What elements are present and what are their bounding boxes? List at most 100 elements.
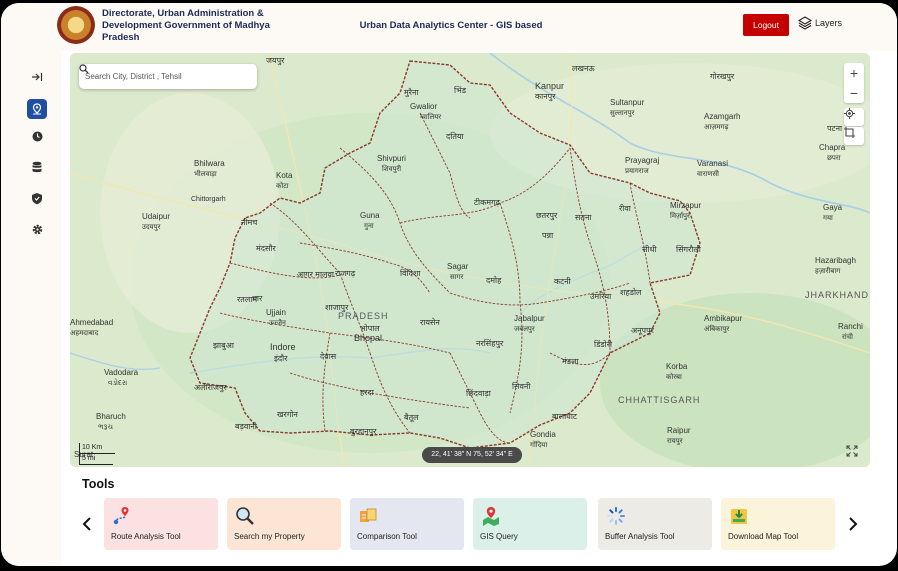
label-kanpur: Kanpur xyxy=(535,81,564,91)
label-ahmedabad: Ahmedabad xyxy=(70,318,113,327)
label-jabalpur-hi: जबलपुर xyxy=(514,326,535,333)
sidebar xyxy=(1,51,61,566)
label-korba-hi: कोरबा xyxy=(666,372,682,381)
label-sultanpur-hi: सुल्तानपुर xyxy=(610,110,635,117)
zoom-in-button[interactable]: + xyxy=(844,63,864,83)
locate-icon xyxy=(844,108,855,119)
label-chhindwara: छिंदवाड़ा xyxy=(466,388,492,398)
label-chittorgarh: Chittorgarh xyxy=(191,196,226,203)
label-bhind: भिंड xyxy=(454,85,467,95)
sidebar-collapse-button[interactable] xyxy=(27,67,47,87)
label-chapra-hi: छपरा xyxy=(827,155,841,162)
label-chapra: Chapra xyxy=(819,143,846,152)
label-raipur-hi: रायपुर xyxy=(667,438,683,445)
tool-download-map[interactable]: Download Map Tool xyxy=(721,498,835,550)
label-anuppur: अनूपपुर xyxy=(631,326,655,336)
label-barwani: बड़वानी xyxy=(235,421,258,431)
label-mirzapur: Mirzapur xyxy=(670,201,701,210)
clock-icon xyxy=(32,131,42,141)
chevron-right-icon xyxy=(849,517,858,531)
label-jabalpur: Jabalpur xyxy=(514,314,545,323)
fullscreen-button[interactable] xyxy=(846,445,862,461)
label-ujjain: Ujjain xyxy=(266,308,286,317)
label-ranchi: Ranchi xyxy=(838,322,863,331)
fullscreen-icon xyxy=(846,445,858,457)
sidebar-item-history[interactable] xyxy=(27,126,47,146)
label-gaya-hi: गया xyxy=(823,215,833,222)
label-ujjain-hi: उज्जैन xyxy=(269,318,286,327)
label-mirzapur-hi: मिर्ज़ापुर xyxy=(670,211,690,220)
compare-icon xyxy=(360,508,377,522)
label-guna-hi: गुना xyxy=(364,223,374,230)
label-agar: आगर मालवा xyxy=(297,270,335,279)
scale-mi: 5 mi xyxy=(79,454,113,465)
label-vadodara: Vadodara xyxy=(104,368,139,377)
shield-icon xyxy=(32,192,42,204)
label-balaghat: बालाघाट xyxy=(552,412,578,421)
route-pin-icon xyxy=(113,507,129,525)
label-prayagraj-hi: प्रयागराज xyxy=(625,168,649,175)
label-datia: दतिया xyxy=(446,131,465,141)
label-udaipur-hi: उदयपुर xyxy=(142,224,161,231)
label-ranchi-hi: रांची xyxy=(842,332,853,341)
label-gaya: Gaya xyxy=(823,203,843,212)
label-hazaribagh: Hazaribagh xyxy=(815,256,856,265)
locate-button[interactable] xyxy=(844,108,864,126)
mp-government-emblem xyxy=(57,6,95,44)
label-bhopal-hi: भोपाल xyxy=(360,323,380,333)
label-panna: पन्ना xyxy=(542,231,554,240)
tool-label: Search my Property xyxy=(234,532,305,541)
zoom-control: + − xyxy=(844,63,864,103)
sidebar-item-settings[interactable] xyxy=(27,219,47,239)
label-indore: Indore xyxy=(270,342,296,352)
label-chhattisgarh: CHHATTISGARH xyxy=(618,395,700,405)
label-ambikapur: Ambikapur xyxy=(704,314,743,323)
layers-label: Layers xyxy=(815,18,843,28)
search-input[interactable] xyxy=(85,72,235,81)
tool-gis-query[interactable]: GIS Query xyxy=(473,498,587,550)
loader-icon xyxy=(607,507,625,525)
label-dewas: देवास xyxy=(320,351,337,361)
tools-prev-button[interactable] xyxy=(82,517,92,536)
label-varanasi: Varanasi xyxy=(697,159,728,168)
sidebar-item-database[interactable] xyxy=(27,157,47,177)
tools-next-button[interactable] xyxy=(848,517,858,536)
sidebar-item-security[interactable] xyxy=(27,188,47,208)
select-area-button[interactable] xyxy=(844,127,864,145)
label-katni: कटनी xyxy=(554,276,572,286)
label-vadodara-hi: વડોદરા xyxy=(108,378,127,387)
label-narsinghpur: नरसिंहपुर xyxy=(476,338,504,349)
label-shajapur: शाजापुर xyxy=(325,303,349,313)
zoom-out-button[interactable]: − xyxy=(844,83,864,103)
magnifier-icon xyxy=(236,507,254,525)
logout-button[interactable]: Logout xyxy=(743,14,789,36)
layers-button[interactable]: Layers xyxy=(798,16,842,30)
tool-route-analysis[interactable]: Route Analysis Tool xyxy=(104,498,218,550)
database-icon xyxy=(32,161,42,172)
label-betul: बैतूल xyxy=(404,412,419,423)
tool-comparison[interactable]: Comparison Tool xyxy=(350,498,464,550)
header: Directorate, Urban Administration & Deve… xyxy=(1,3,897,51)
label-raipur: Raipur xyxy=(667,426,691,435)
label-tikamgarh: टीकमगढ़ xyxy=(474,197,501,207)
label-bhopal: Bhopal xyxy=(354,333,382,343)
tool-search-property[interactable]: Search my Property xyxy=(227,498,341,550)
label-gwalior-hi: ग्वालियर xyxy=(420,112,441,121)
layers-icon xyxy=(798,16,812,30)
sidebar-item-map[interactable] xyxy=(27,99,47,119)
label-azamgarh-hi: आज़मगढ़ xyxy=(704,124,729,131)
label-udaipur: Udaipur xyxy=(142,212,170,221)
label-ahmedabad-hi: अहमदाबाद xyxy=(70,330,99,337)
label-rewa: रीवा xyxy=(619,203,632,213)
label-chhatarpur: छतरपुर xyxy=(536,211,558,221)
map-pin-icon xyxy=(483,507,499,526)
coordinate-readout: 22, 41' 38" N 75, 52' 34" E xyxy=(422,447,522,463)
search-icon xyxy=(79,64,89,74)
download-icon xyxy=(731,509,747,524)
tool-buffer-analysis[interactable]: Buffer Analysis Tool xyxy=(598,498,712,550)
map-view[interactable]: Kanpur कानपुर लखनऊ गोरखपुर Sultanpur सुल… xyxy=(70,53,870,467)
tool-label: Buffer Analysis Tool xyxy=(605,532,675,541)
label-neemuch: नीमच xyxy=(241,217,258,227)
label-umaria: उमरिया xyxy=(590,291,612,301)
label-bhilwara: Bhilwara xyxy=(194,159,225,168)
